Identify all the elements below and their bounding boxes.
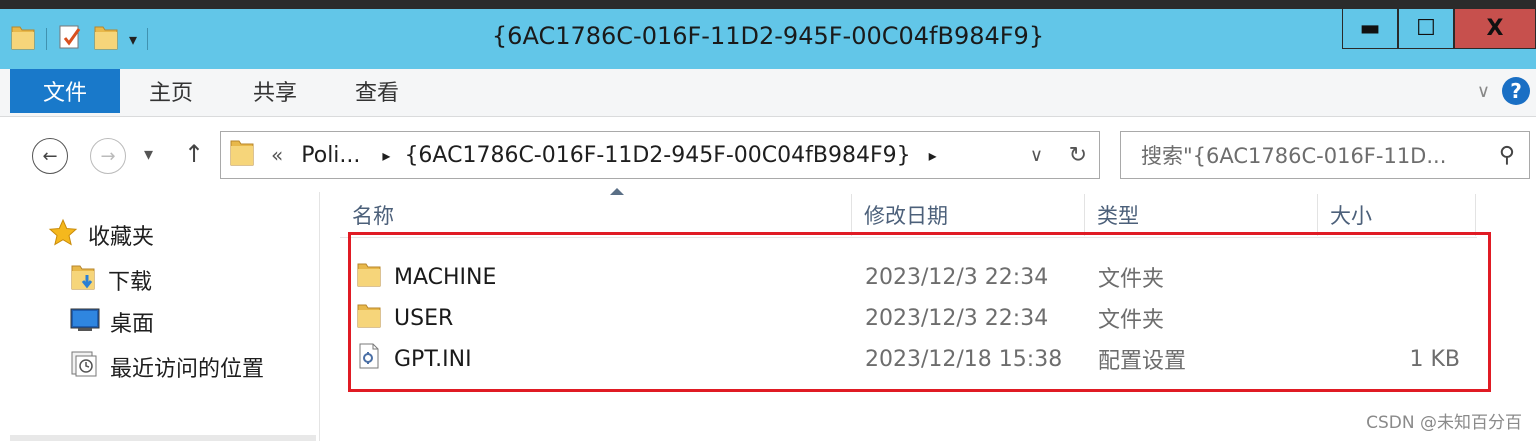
sidebar-item-desktop[interactable]: 桌面	[70, 306, 154, 338]
tab-file[interactable]: 文件	[10, 69, 120, 113]
sidebar-item-label: 最近访问的位置	[110, 357, 265, 382]
sidebar-item-recent-places[interactable]: 最近访问的位置	[70, 350, 264, 384]
address-dropdown-icon[interactable]: ∨	[1030, 145, 1043, 166]
breadcrumb-separator-icon[interactable]: ▸	[382, 146, 390, 165]
search-input[interactable]: 搜索"{6AC1786C-016F-11D... ⚲	[1120, 131, 1530, 179]
desktop-icon	[70, 306, 100, 338]
column-header-size[interactable]: 大小	[1318, 194, 1476, 236]
folder-icon	[229, 137, 255, 173]
back-button[interactable]: ←	[32, 138, 68, 174]
downloads-folder-icon	[70, 262, 98, 298]
recent-locations-icon[interactable]: ▾	[144, 144, 153, 165]
column-header-name[interactable]: 名称	[340, 194, 852, 236]
forward-button[interactable]: →	[90, 138, 126, 174]
search-icon[interactable]: ⚲	[1499, 143, 1515, 168]
star-icon	[48, 218, 78, 252]
address-overflow-icon[interactable]: «	[271, 143, 283, 167]
minimize-button[interactable]: ▬	[1342, 9, 1398, 49]
maximize-button[interactable]: ☐	[1398, 9, 1454, 49]
close-button[interactable]: X	[1454, 9, 1536, 49]
tab-home[interactable]: 主页	[128, 69, 214, 113]
column-header-date[interactable]: 修改日期	[852, 194, 1085, 236]
navigation-pane: 收藏夹 下载 桌面 最近访问的位置	[0, 192, 320, 441]
recent-places-icon	[70, 350, 100, 384]
window-top-edge	[0, 0, 1536, 9]
highlight-box	[348, 232, 1491, 392]
sidebar-item-downloads[interactable]: 下载	[70, 262, 152, 298]
window-title: {6AC1786C-016F-11D2-945F-00C04fB984F9}	[491, 22, 1045, 50]
tab-view[interactable]: 查看	[334, 69, 420, 113]
column-header-type[interactable]: 类型	[1085, 194, 1318, 236]
expand-ribbon-icon[interactable]: ∨	[1477, 81, 1490, 102]
title-bar: ▾ {6AC1786C-016F-11D2-945F-00C04fB984F9}…	[0, 9, 1536, 69]
watermark: CSDN @未知百分百	[1366, 413, 1522, 433]
address-bar[interactable]: « Poli... ▸ {6AC1786C-016F-11D2-945F-00C…	[220, 131, 1100, 179]
pane-splitter[interactable]	[10, 435, 316, 441]
breadcrumb-segment[interactable]: Poli...	[301, 143, 360, 168]
sidebar-item-label: 桌面	[110, 312, 155, 337]
ribbon: 文件 主页 共享 查看 ∨ ?	[0, 69, 1536, 117]
help-icon[interactable]: ?	[1502, 77, 1530, 105]
refresh-icon[interactable]: ↻	[1069, 143, 1087, 168]
breadcrumb-separator-icon[interactable]: ▸	[929, 146, 937, 165]
sidebar-item-label: 收藏夹	[88, 225, 155, 250]
breadcrumb-segment[interactable]: {6AC1786C-016F-11D2-945F-00C04fB984F9}	[404, 143, 910, 168]
window-controls: ▬ ☐ X	[1342, 9, 1536, 49]
tab-share[interactable]: 共享	[232, 69, 318, 113]
up-button[interactable]: ↑	[184, 140, 204, 168]
sidebar-item-favorites[interactable]: 收藏夹	[48, 218, 154, 252]
navigation-bar: ← → ▾ ↑ « Poli... ▸ {6AC1786C-016F-11D2-…	[0, 118, 1536, 192]
search-placeholder: 搜索"{6AC1786C-016F-11D...	[1141, 144, 1447, 168]
sidebar-item-label: 下载	[108, 270, 153, 295]
ribbon-controls: ∨ ?	[1477, 77, 1530, 105]
